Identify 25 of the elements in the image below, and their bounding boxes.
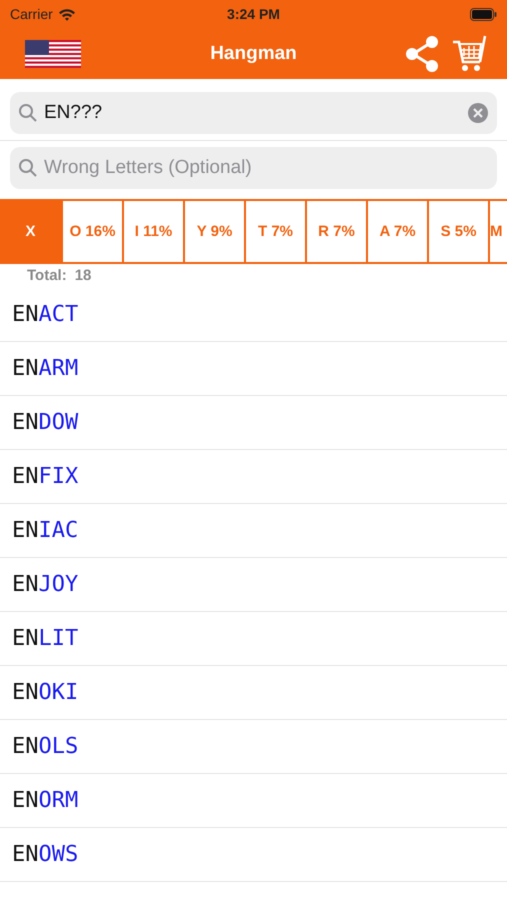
total-label: Total: (27, 267, 67, 285)
search-icon (18, 103, 38, 123)
carrier-label: Carrier (10, 6, 53, 22)
word-row[interactable]: ENOKI (0, 666, 507, 720)
wifi-icon (58, 8, 76, 20)
word-row[interactable]: ENJOY (0, 558, 507, 612)
word-row[interactable]: ENIAC (0, 504, 507, 558)
word-row[interactable]: ENOWS (0, 828, 507, 882)
word-row[interactable]: ENLIT (0, 612, 507, 666)
cart-icon[interactable] (451, 34, 487, 74)
total-count: 18 (74, 267, 92, 285)
battery-icon (470, 8, 497, 20)
word-row[interactable]: ENACT (0, 288, 507, 342)
word-row[interactable]: ENORM (0, 774, 507, 828)
search-field[interactable]: EN??? (10, 92, 497, 134)
word-row[interactable]: ENFIX (0, 450, 507, 504)
status-time: 3:24 PM (227, 6, 280, 22)
word-row[interactable]: ENOLS (0, 720, 507, 774)
flag-icon[interactable] (25, 40, 81, 68)
search-icon (18, 158, 38, 178)
clear-icon[interactable] (467, 102, 489, 124)
nav-title: Hangman (210, 42, 297, 64)
word-row[interactable]: ENDOW (0, 396, 507, 450)
share-icon[interactable] (405, 34, 439, 72)
word-row[interactable]: ENARM (0, 342, 507, 396)
